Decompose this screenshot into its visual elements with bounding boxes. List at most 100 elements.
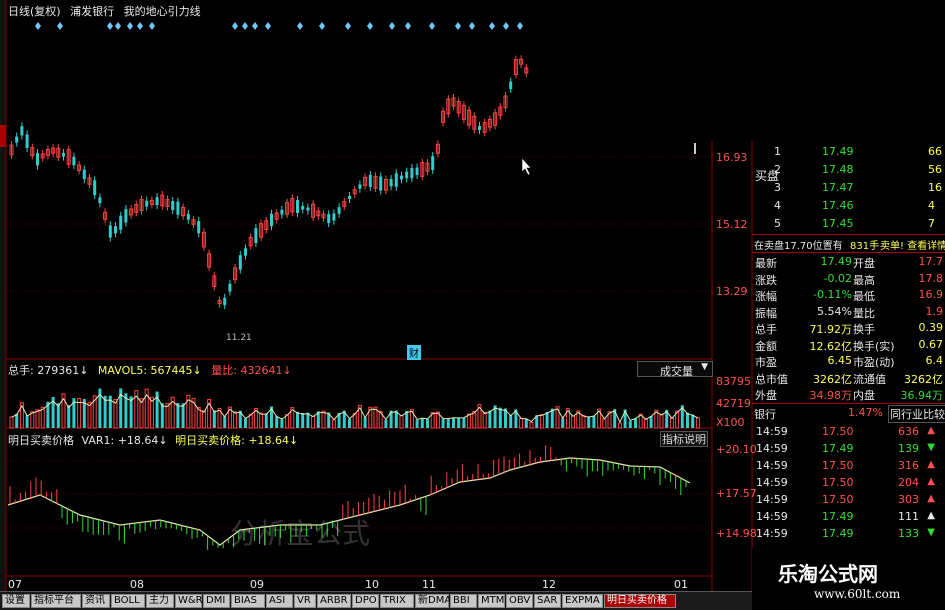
indicator-axis-label: +20.10 [716, 443, 757, 456]
candle-body [108, 225, 112, 238]
volume-bar [539, 414, 544, 429]
price-axis-label: 16.93 [716, 151, 748, 164]
signal-diamond-icon [265, 22, 271, 30]
candle-body [119, 215, 123, 230]
tab-item[interactable]: DMI [203, 594, 230, 608]
order-book-row[interactable]: 2 17.48 56 [752, 161, 945, 178]
order-book-row[interactable]: 3 17.47 16 [752, 179, 945, 196]
quote-value: 17.49 [820, 255, 853, 268]
volume-bar [296, 411, 299, 428]
book-level: 2 [774, 163, 781, 176]
indicator-title: 明日买卖价格 [8, 434, 74, 447]
period-label[interactable]: 日线(复权) [8, 5, 61, 18]
quote-row: 总手 71.92万 换手 0.39 [752, 319, 945, 336]
notice-count: 831手 [850, 241, 880, 252]
candle-body [332, 213, 336, 221]
volume-bar [67, 405, 71, 428]
volume-header: 总手: 279361↓ MAVOL5: 567445↓ 量比: 432641↓ [8, 364, 292, 377]
volume-bar [643, 419, 648, 429]
tick-volume: 139 [898, 442, 919, 455]
volume-bar [275, 416, 279, 428]
tab-item[interactable]: ARBR [317, 594, 351, 608]
signal-diamond-icon [297, 22, 303, 30]
watermark-text: 分析宝公式 [230, 517, 371, 550]
notice-link[interactable]: 卖单! 查看详情 [880, 237, 945, 252]
tick-row: 14:59 17.50 316 ▲ [752, 457, 945, 474]
indicator-help-button[interactable]: 指标说明 [660, 431, 708, 447]
tab-item[interactable]: TRIX [380, 594, 414, 608]
tick-price: 17.50 [822, 425, 854, 438]
quote-value: -0.02 [823, 271, 852, 285]
order-book-row[interactable]: 5 17.45 7 [752, 215, 945, 232]
tab-item[interactable]: EXPMA [562, 594, 603, 608]
sector-name[interactable]: 银行 [754, 406, 776, 422]
arrow-up-icon: ▲ [927, 476, 935, 487]
candle-body [394, 173, 398, 187]
order-book-row[interactable]: 1 17.49 66 [752, 143, 945, 160]
tab-item[interactable]: VR [294, 594, 316, 608]
date-label: 10 [365, 578, 379, 591]
candle-body [82, 169, 86, 180]
volume-indicator-dropdown[interactable]: 成交量 ▼ [637, 361, 713, 378]
volume-bar [280, 419, 284, 428]
tab-item[interactable]: W&R [175, 594, 203, 608]
arrow-flat-icon: ▲ [927, 510, 935, 521]
tab-item[interactable]: 新DMA [415, 594, 451, 608]
quote-value: 17.8 [918, 271, 944, 285]
volume-bar [524, 418, 528, 428]
tab-item[interactable]: 指标平台 [31, 594, 81, 608]
tick-price: 17.49 [822, 527, 854, 540]
sector-compare-button[interactable]: 同行业比较 [888, 405, 945, 423]
tab-item[interactable]: BIAS [231, 594, 265, 608]
volume-bar [399, 414, 404, 429]
candle-body [431, 156, 435, 170]
tab-item[interactable]: BOLL [111, 594, 145, 608]
signal-diamond-icon [127, 22, 133, 30]
signal-diamond-icon [405, 22, 411, 30]
volume-ratio: 量比: 432641 [211, 364, 283, 377]
tab-item[interactable]: 主力 [146, 594, 174, 608]
signal-diamond-icon [503, 22, 509, 30]
book-level: 5 [774, 217, 781, 230]
volume-bar [587, 416, 591, 428]
tab-item[interactable]: SAR [534, 594, 561, 608]
tab-item[interactable]: 明日买卖价格 [604, 594, 676, 608]
book-level: 3 [774, 181, 781, 194]
blank-area [530, 0, 752, 141]
volume-bar [686, 412, 689, 428]
sell-order-notice[interactable]: 在卖盘17.70位置有 831手 卖单! 查看详情 [752, 234, 945, 253]
candle-body [20, 126, 24, 136]
volume-axis-label: X100 [716, 416, 745, 429]
tab-item[interactable]: 资讯 [82, 594, 110, 608]
signal-diamond-icon [345, 22, 351, 30]
candle-body [36, 153, 39, 166]
tab-item[interactable]: DPO [352, 594, 379, 608]
quote-value: -0.11% [813, 288, 852, 301]
tab-item[interactable]: MTM [478, 594, 505, 608]
tab-item[interactable]: OBV [506, 594, 533, 608]
candle-body [327, 214, 331, 224]
tab-item[interactable]: 设置 [2, 594, 30, 608]
candle-body [25, 134, 29, 148]
volume-bar [264, 413, 268, 428]
left-ruler-marker [0, 125, 6, 147]
tab-item[interactable]: BBI [450, 594, 477, 608]
volume-bar [545, 411, 549, 428]
tab-item[interactable]: ASI [266, 594, 293, 608]
quote-row: 涨跌 -0.02 最高 17.8 [752, 270, 945, 287]
signal-diamond-icon [252, 22, 258, 30]
volume-bar [244, 418, 247, 428]
signal-diamond-icon [242, 22, 248, 30]
candle-body [410, 168, 414, 179]
volume-bar [384, 419, 388, 428]
order-book-row[interactable]: 4 17.46 4 [752, 197, 945, 214]
volume-bar [571, 415, 576, 429]
volume-bar [634, 418, 637, 428]
price-axis-label: 13.29 [716, 285, 748, 298]
volume-bar [30, 411, 35, 429]
finance-badge[interactable]: 财 [407, 345, 421, 360]
volume-bar [87, 401, 92, 429]
indicator-price-value: 明日买卖价格: +18.64 [175, 434, 290, 447]
candle-body [368, 174, 372, 187]
volume-bar [35, 409, 40, 429]
